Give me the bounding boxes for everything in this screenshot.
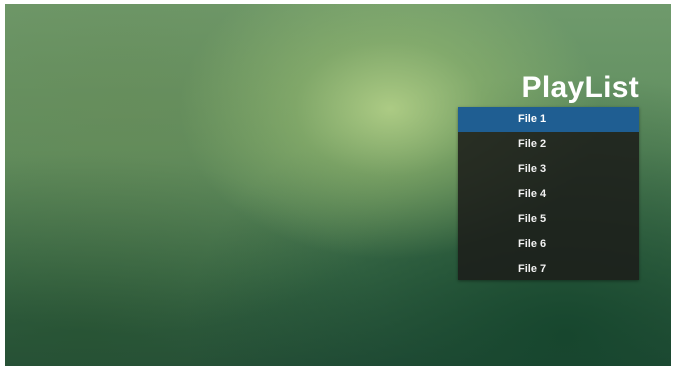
playlist-item-file-1[interactable]: File 1	[458, 107, 639, 132]
playlist-item-file-5[interactable]: File 5	[458, 207, 639, 232]
playlist-title: PlayList	[521, 71, 639, 104]
media-player-screen: PlayList File 1 File 2 File 3 File 4 Fil…	[5, 4, 671, 366]
playlist-item-file-3[interactable]: File 3	[458, 157, 639, 182]
playlist-item-file-2[interactable]: File 2	[458, 132, 639, 157]
playlist-item-file-7[interactable]: File 7	[458, 257, 639, 282]
playlist-item-file-6[interactable]: File 6	[458, 232, 639, 257]
playlist-item-file-4[interactable]: File 4	[458, 182, 639, 207]
playlist-menu: File 1 File 2 File 3 File 4 File 5 File …	[458, 107, 639, 280]
